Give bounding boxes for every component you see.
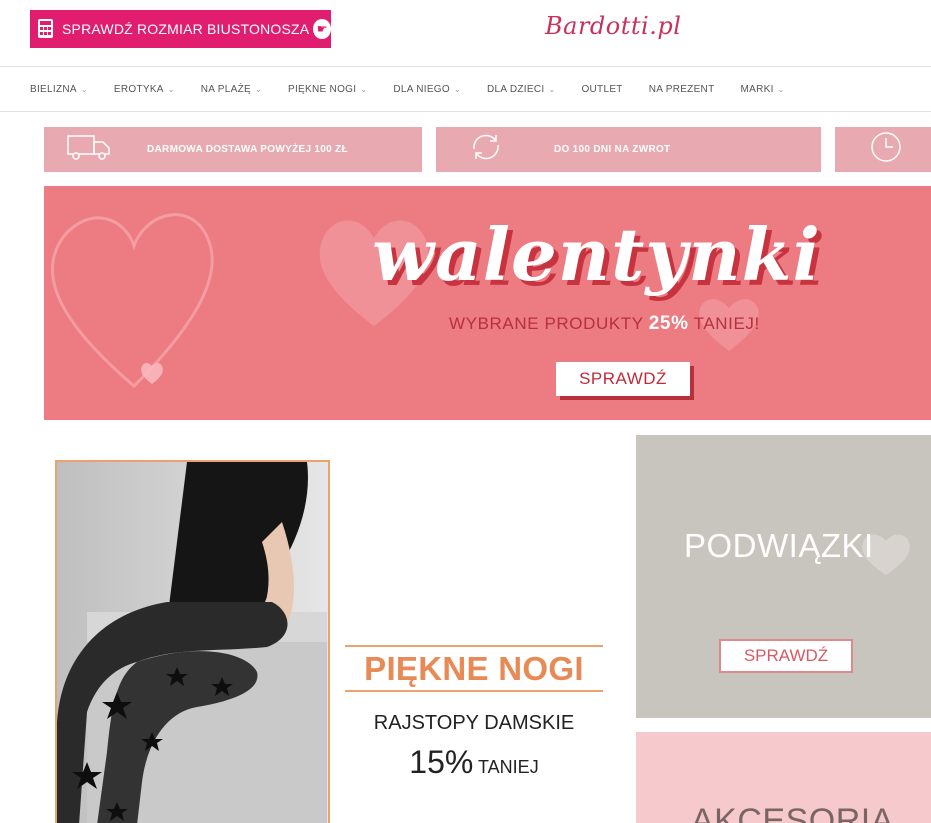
nav-item-label: NA PREZENT [648,83,715,95]
chevron-down-icon: ⌄ [777,84,785,94]
hero-promo: WYBRANE PRODUKTY 25% TANIEJ! [449,313,760,335]
chevron-down-icon: ⌄ [453,84,461,94]
garters-check-button[interactable]: SPRAWDŹ [719,639,853,673]
chevron-down-icon: ⌄ [254,84,262,94]
garters-tile[interactable]: PODWIĄZKI SPRAWDŹ [636,435,931,718]
nav-item-label: MARKI [740,83,774,95]
nav-item-bielizna[interactable]: BIELIZNA ⌄ [30,84,88,95]
promo-highlight: 25% [648,313,689,334]
nav-item-na-plaze[interactable]: NA PLAŻĘ ⌄ [201,84,262,95]
valentines-hero-banner[interactable]: walentynki WYBRANE PRODUKTY 25% TANIEJ! … [44,186,931,420]
chevron-down-icon: ⌄ [548,84,556,94]
legs-banner-subtitle: RAJSTOPY DAMSKIE [373,712,575,734]
nav-item-na-prezent[interactable]: NA PREZENT [649,84,715,95]
nav-item-erotyka[interactable]: EROTYKA ⌄ [114,84,175,95]
benefit-time[interactable] [835,127,931,172]
calculator-icon [36,17,58,41]
main-nav: BIELIZNA ⌄ EROTYKA ⌄ NA PLAŻĘ ⌄ PIĘKNE NOGI… [0,66,931,112]
nav-item-dla-dzieci[interactable]: DLA DZIECI ⌄ [487,84,555,95]
tights-model-image [57,462,328,823]
garters-title: PODWIĄZKI [684,527,874,564]
chevron-down-icon: ⌄ [80,84,88,94]
logo[interactable]: Bardotti.pl [545,12,681,40]
bra-size-button[interactable]: SPRAWDŹ ROZMIAR BIUSTONOSZA ☛ [30,10,331,48]
legs-banner-title[interactable]: PIĘKNE NOGI [345,645,603,692]
nav-item-label: BIELIZNA [30,83,77,95]
hero-check-button[interactable]: SPRAWDŹ [556,362,690,396]
heart-decoration-icon [862,534,910,575]
nav-item-piekne-nogi[interactable]: PIĘKNE NOGI ⌄ [288,84,367,95]
nav-item-dla-niego[interactable]: DLA NIEGO ⌄ [393,84,461,95]
accessories-tile[interactable]: AKCESORIA [636,732,931,823]
nav-item-label: PIĘKNE NOGI [288,83,357,95]
nav-item-marki[interactable]: MARKI ⌄ [741,84,785,95]
benefit-delivery-text: DARMOWA DOSTAWA POWYŻEJ 100 ZŁ [147,144,348,155]
nav-item-label: DLA DZIECI [486,83,545,95]
tights-product-image[interactable] [55,460,330,823]
refresh-icon [466,131,506,168]
legs-percent: 15% [409,744,474,780]
legs-percent-suffix: TANIEJ [473,757,539,777]
chevron-down-icon: ⌄ [360,84,368,94]
chevron-down-icon: ⌄ [167,84,175,94]
top-bar: SPRAWDŹ ROZMIAR BIUSTONOSZA ☛ Bardotti.p… [0,0,931,66]
benefit-returns[interactable]: DO 100 DNI NA ZWROT [436,127,821,172]
nav-item-label: DLA NIEGO [393,83,450,95]
truck-icon [66,132,112,167]
clock-icon [869,130,903,169]
nav-item-label: NA PLAŻĘ [200,83,251,95]
benefit-returns-text: DO 100 DNI NA ZWROT [554,144,671,155]
accessories-title: AKCESORIA [691,802,894,823]
promo-suffix: TANIEJ! [688,314,760,333]
nav-item-label: EROTYKA [113,83,164,95]
nav-item-label: OUTLET [581,83,623,95]
promo-prefix: WYBRANE PRODUKTY [449,314,649,333]
legs-banner-discount: 15% TANIEJ [345,744,603,781]
bra-size-label: SPRAWDŹ ROZMIAR BIUSTONOSZA [62,21,310,37]
hero-headline: walentynki [372,212,821,297]
pointing-hand-icon: ☛ [313,19,331,39]
benefit-free-delivery[interactable]: DARMOWA DOSTAWA POWYŻEJ 100 ZŁ [44,127,422,172]
nav-item-outlet[interactable]: OUTLET [581,84,622,95]
